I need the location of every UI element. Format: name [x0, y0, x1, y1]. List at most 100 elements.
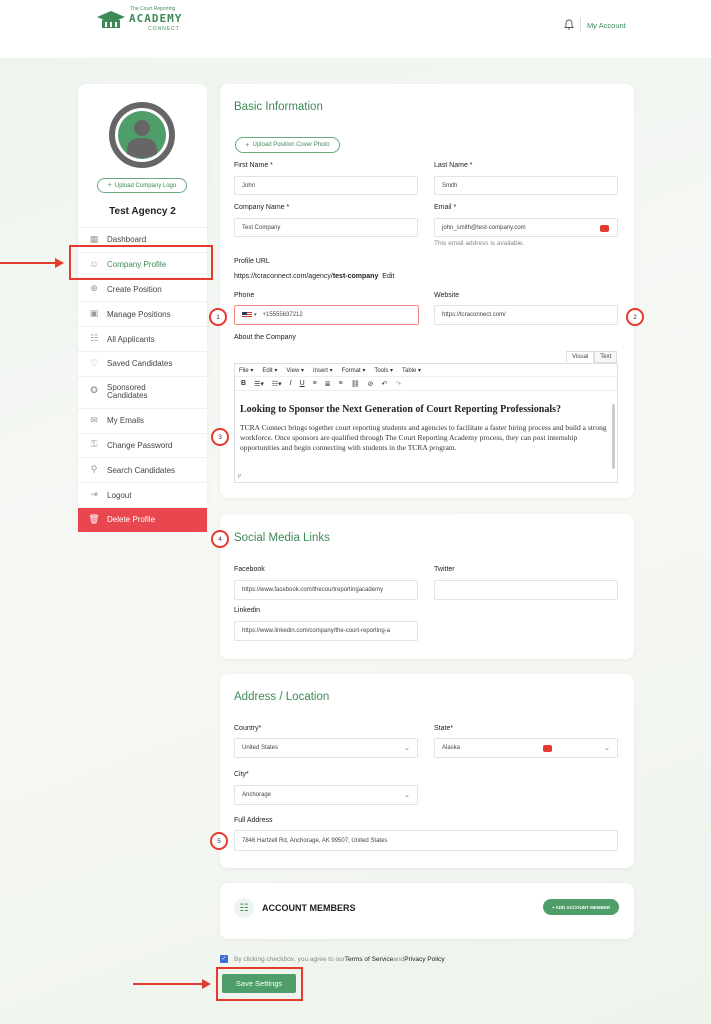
company-name-input[interactable]: Test Company: [234, 218, 418, 237]
last-name-input[interactable]: Smith: [434, 176, 618, 195]
about-editor[interactable]: File ▾ Edit ▾ View ▾ Insert ▾ Format ▾ T…: [234, 363, 618, 483]
password-manager-icon[interactable]: [543, 745, 552, 752]
menu-format[interactable]: Format ▾: [342, 367, 366, 374]
us-flag-icon[interactable]: [242, 312, 252, 318]
twitter-label: Twitter: [434, 566, 455, 573]
menu-edit[interactable]: Edit ▾: [262, 367, 277, 374]
tab-visual[interactable]: Visual: [566, 351, 595, 363]
profile-url-label: Profile URL: [234, 258, 270, 265]
editor-scrollbar[interactable]: [612, 404, 615, 469]
annotation-marker-3: 3: [211, 428, 229, 446]
menu-file[interactable]: File ▾: [239, 367, 253, 374]
state-label: State*: [434, 725, 454, 732]
annotation-arrow-profile: [0, 262, 56, 264]
chevron-down-icon: ⌄: [404, 792, 410, 799]
phone-input[interactable]: ▾ +15555637212: [234, 305, 419, 325]
unlink-icon[interactable]: ⊘: [368, 380, 374, 388]
linkedin-input[interactable]: https://www.linkedin.com/company/the-cou…: [234, 621, 418, 641]
annotation-marker-1: 1: [209, 308, 227, 326]
twitter-input[interactable]: [434, 580, 618, 600]
editor-status-path: P: [238, 474, 242, 480]
email-label: Email *: [434, 204, 457, 211]
badge-icon: ✪: [90, 385, 98, 396]
header-divider: [580, 18, 581, 32]
plus-circle-icon: ⊕: [90, 283, 98, 294]
underline-icon[interactable]: U: [300, 380, 305, 387]
bell-icon[interactable]: [564, 19, 574, 30]
annotation-arrowhead-profile: [55, 258, 64, 268]
menu-insert[interactable]: Insert ▾: [313, 367, 333, 374]
bullet-list-icon[interactable]: ☰▾: [254, 380, 264, 388]
search-icon: ⚲: [90, 464, 98, 475]
align-right-icon[interactable]: ≡: [339, 380, 343, 387]
menu-view[interactable]: View ▾: [286, 367, 304, 374]
city-select[interactable]: Anchorage ⌄: [234, 785, 418, 805]
top-bar: The Court Reporting ACADEMY CONNECT My A…: [0, 0, 711, 58]
chevron-down-icon: ⌄: [604, 745, 610, 752]
basic-info-title: Basic Information: [234, 101, 323, 113]
menu-tools[interactable]: Tools ▾: [374, 367, 393, 374]
last-name-label: Last Name *: [434, 162, 473, 169]
country-select[interactable]: United States ⌄: [234, 738, 418, 758]
sidebar-item-logout[interactable]: ⇥ Logout: [78, 482, 207, 507]
terms-checkbox[interactable]: ✓: [220, 955, 228, 963]
add-account-member-button[interactable]: + ADD ACCOUNT MEMBER: [543, 899, 619, 915]
upload-cover-photo-button[interactable]: + Upload Position Cover Photo: [235, 137, 340, 153]
align-center-icon[interactable]: ≣: [325, 380, 331, 388]
menu-table[interactable]: Table ▾: [402, 367, 421, 374]
sidebar-item-sponsored-candidates[interactable]: ✪ Sponsored Candidates: [78, 375, 207, 408]
state-select[interactable]: Alaska ⌄: [434, 738, 618, 758]
facebook-input[interactable]: https://www.facebook.com/thecourtreporti…: [234, 580, 418, 600]
graduation-cap-icon: [97, 11, 125, 28]
sidebar-item-search-candidates[interactable]: ⚲ Search Candidates: [78, 457, 207, 482]
logo[interactable]: The Court Reporting ACADEMY CONNECT: [94, 6, 186, 34]
social-media-title: Social Media Links: [234, 532, 330, 544]
full-address-input[interactable]: 7846 Hartzell Rd, Anchorage, AK 99507, U…: [234, 830, 618, 851]
redo-icon[interactable]: ↷: [395, 380, 401, 388]
align-left-icon[interactable]: ≡: [313, 380, 317, 387]
annotation-marker-4: 4: [211, 530, 229, 548]
tab-text[interactable]: Text: [594, 351, 618, 363]
briefcase-icon: ▣: [89, 308, 99, 319]
full-address-label: Full Address: [234, 817, 273, 824]
terms-of-service-link[interactable]: Terms of Service: [345, 956, 393, 963]
sidebar-item-change-password[interactable]: ⚿ Change Password: [78, 432, 207, 458]
bold-icon[interactable]: B: [241, 380, 246, 387]
sidebar-item-manage-positions[interactable]: ▣ Manage Positions: [78, 301, 207, 326]
sidebar-item-my-emails[interactable]: ✉ My Emails: [78, 407, 207, 433]
sidebar-item-saved-candidates[interactable]: ♡ Saved Candidates: [78, 350, 207, 376]
editor-content[interactable]: Looking to Sponsor the Next Generation o…: [240, 404, 610, 453]
italic-icon[interactable]: I: [290, 380, 292, 387]
profile-url: https://tcraconnect.com/agency/test-comp…: [234, 273, 395, 280]
facebook-label: Facebook: [234, 566, 265, 573]
privacy-policy-link[interactable]: Privacy Policy: [404, 956, 444, 963]
profile-url-edit-link[interactable]: Edit: [382, 273, 394, 280]
link-icon[interactable]: ⛓: [351, 380, 360, 388]
annotation-arrowhead-save: [202, 979, 211, 989]
first-name-label: First Name *: [234, 162, 273, 169]
editor-mode-tabs: Visual Text: [566, 351, 618, 363]
address-title: Address / Location: [234, 691, 330, 703]
numbered-list-icon[interactable]: ☷▾: [272, 380, 282, 388]
email-input[interactable]: john_smith@test-company.com: [434, 218, 618, 237]
website-input[interactable]: https://tcraconnect.com/: [434, 305, 618, 325]
first-name-input[interactable]: John: [234, 176, 418, 195]
website-label: Website: [434, 292, 460, 299]
sidebar-item-delete-profile[interactable]: 🗑 Delete Profile: [78, 506, 207, 532]
my-account-link[interactable]: My Account: [587, 21, 626, 30]
lock-icon: ⚿: [90, 439, 98, 450]
save-settings-button[interactable]: Save Settings: [222, 974, 296, 993]
phone-label: Phone: [234, 292, 255, 299]
heart-icon: ♡: [89, 357, 99, 368]
annotation-arrow-save: [133, 983, 203, 985]
sidebar-item-all-applicants[interactable]: ☷ All Applicants: [78, 326, 207, 351]
undo-icon[interactable]: ↶: [382, 380, 388, 388]
chevron-down-icon[interactable]: ▾: [254, 312, 257, 318]
password-manager-icon[interactable]: [600, 225, 609, 232]
about-body: TCRA Connect brings together court repor…: [240, 423, 607, 452]
upload-company-logo-button[interactable]: + Upload Company Logo: [97, 178, 187, 193]
profile-url-slug: test-company: [332, 273, 379, 280]
annotation-marker-2: 2: [626, 308, 644, 326]
users-icon: ☷: [89, 333, 99, 344]
sidebar-item-create-position[interactable]: ⊕ Create Position: [78, 276, 207, 302]
